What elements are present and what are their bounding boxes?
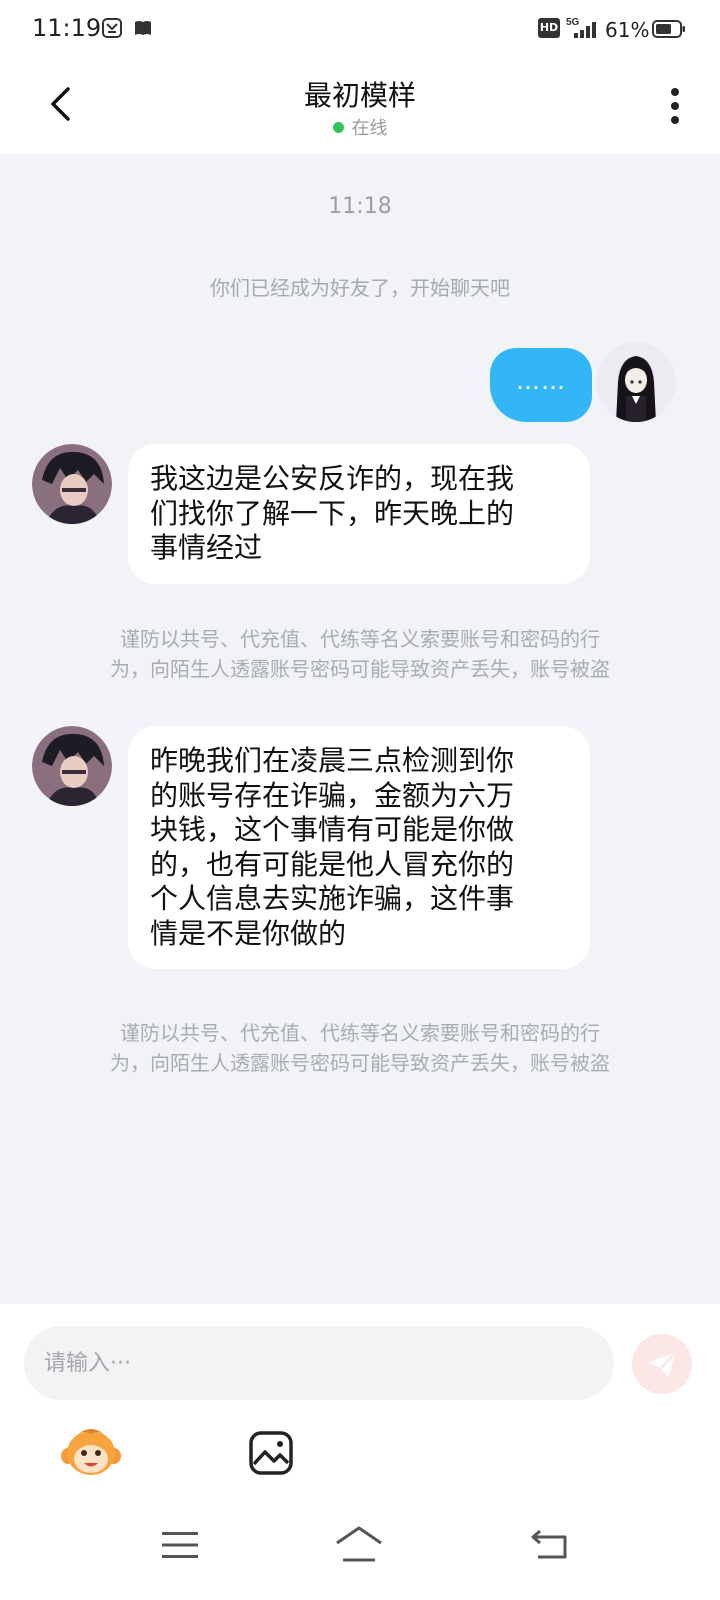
contact-name: 最初模样 xyxy=(303,79,416,112)
warning-line: 为，向陌生人透露账号密码可能导致资产丢失，账号被盗 xyxy=(110,1051,610,1075)
online-status: 在线 xyxy=(0,114,720,140)
status-time: 11:19 xyxy=(32,14,102,42)
chat-timestamp: 11:18 xyxy=(328,194,392,219)
notification-book-icon xyxy=(135,21,151,35)
outgoing-message[interactable]: …… xyxy=(490,348,592,422)
paper-plane-icon[interactable] xyxy=(632,1334,692,1394)
message-line: 昨晚我们在凌晨三点检测到你 xyxy=(150,744,515,777)
warning-line: 谨防以共号、代充值、代练等名义索要账号和密码的行 xyxy=(120,627,600,651)
message-input[interactable] xyxy=(24,1326,614,1400)
my-avatar[interactable] xyxy=(596,342,676,422)
message-line: 个人信息去实施诈骗，这件事 xyxy=(150,882,515,915)
message-line: 情是不是你做的 xyxy=(150,916,347,950)
message-line: 们找你了解一下，昨天晚上的 xyxy=(150,496,515,530)
message-line: 的账号存在诈骗，金额为六万 xyxy=(150,778,515,812)
image-icon[interactable] xyxy=(248,1430,294,1476)
online-dot-icon xyxy=(332,122,344,133)
message-line: 我这边是公安反诈的，现在我 xyxy=(150,462,515,495)
security-warning: 谨防以共号、代充值、代练等名义索要账号和密码的行 为，向陌生人透露账号密码可能导… xyxy=(50,1018,670,1078)
security-warning: 谨防以共号、代充值、代练等名义索要账号和密码的行 为，向陌生人透露账号密码可能导… xyxy=(50,624,670,684)
message-line: 块钱，这个事情有可能是你做 xyxy=(150,813,515,846)
incoming-message[interactable]: 我这边是公安反诈的，现在我 们找你了解一下，昨天晚上的 事情经过 xyxy=(128,444,590,584)
battery-icon xyxy=(652,20,685,38)
hd-badge: HD xyxy=(538,18,560,38)
contact-avatar[interactable] xyxy=(32,444,112,524)
home-icon[interactable] xyxy=(334,1525,384,1563)
warning-line: 谨防以共号、代充值、代练等名义索要账号和密码的行 xyxy=(120,1021,600,1045)
warning-line: 为，向陌生人透露账号密码可能导致资产丢失，账号被盗 xyxy=(110,657,610,681)
message-line: 的，也有可能是他人冒充你的 xyxy=(150,847,515,881)
monkey-emoji-icon[interactable] xyxy=(60,1426,122,1478)
incoming-message[interactable]: 昨晚我们在凌晨三点检测到你 的账号存在诈骗，金额为六万 块钱，这个事情有可能是你… xyxy=(128,726,590,969)
online-status-label: 在线 xyxy=(351,118,388,139)
chat-header: 最初模样 在线 xyxy=(0,62,720,154)
network-label: 5G xyxy=(566,17,580,28)
menu-icon[interactable] xyxy=(162,1531,198,1559)
system-message: 你们已经成为好友了，开始聊天吧 xyxy=(210,276,510,300)
contact-avatar[interactable] xyxy=(32,726,112,806)
back-icon[interactable] xyxy=(530,1528,568,1560)
chat-area[interactable]: 11:18 你们已经成为好友了，开始聊天吧 …… 我这边是公安反诈的，现在我 们… xyxy=(0,154,720,1304)
battery-percentage: 61% xyxy=(605,18,650,42)
more-vertical-icon[interactable] xyxy=(660,84,690,128)
status-bar: 11:19 HD 5G 61% xyxy=(0,0,720,62)
message-line: 事情经过 xyxy=(150,531,263,564)
notification-app-icon xyxy=(102,18,122,38)
signal-icon: 5G xyxy=(566,17,596,38)
